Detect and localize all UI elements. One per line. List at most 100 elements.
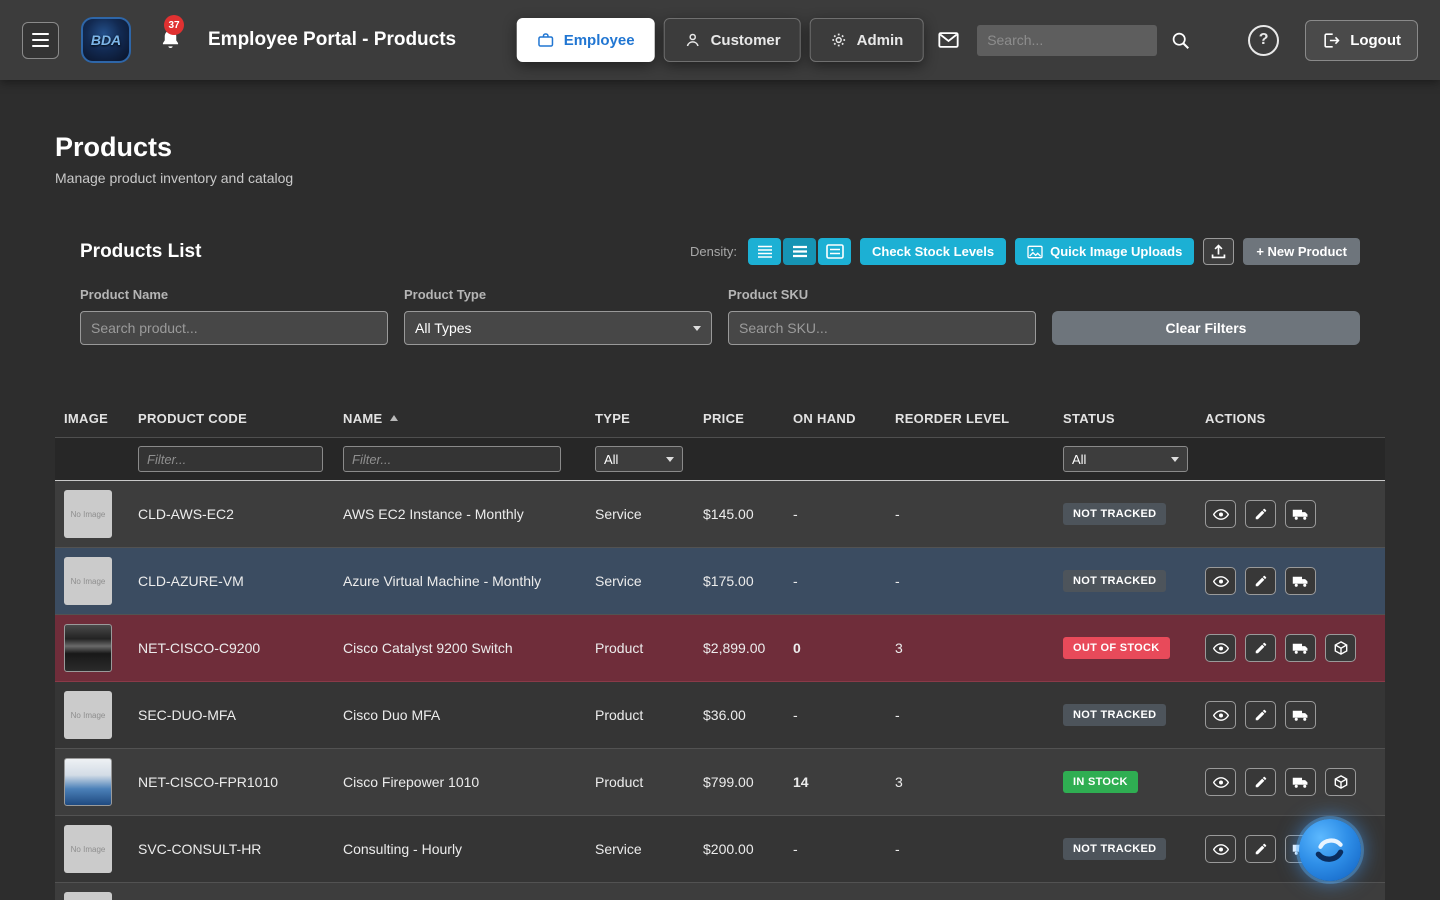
pencil-icon bbox=[1254, 775, 1268, 789]
status-badge: OUT OF STOCK bbox=[1063, 637, 1170, 659]
product-price: $36.00 bbox=[703, 707, 793, 723]
edit-button[interactable] bbox=[1245, 500, 1276, 528]
table-row[interactable]: No Image SVC-CONSULT-HR Consulting - Hou… bbox=[55, 816, 1385, 883]
table-row[interactable]: No Image SEC-DUO-MFA Cisco Duo MFA Produ… bbox=[55, 682, 1385, 749]
column-header-name[interactable]: NAME bbox=[343, 411, 595, 426]
column-header-product-code[interactable]: PRODUCT CODE bbox=[138, 411, 343, 426]
filter-product-name: Product Name bbox=[80, 287, 388, 345]
column-header-on-hand[interactable]: ON HAND bbox=[793, 411, 895, 426]
truck-icon bbox=[1292, 708, 1309, 722]
type-filter-select[interactable]: All bbox=[595, 446, 683, 472]
quick-image-uploads-button[interactable]: Quick Image Uploads bbox=[1015, 238, 1194, 265]
mail-icon[interactable] bbox=[936, 29, 961, 51]
density-comfortable-icon bbox=[791, 244, 809, 259]
on-hand-value: - bbox=[793, 573, 895, 589]
products-table: IMAGE PRODUCT CODE NAME TYPE PRICE ON HA… bbox=[55, 399, 1385, 900]
view-button[interactable] bbox=[1205, 634, 1236, 662]
status-badge: IN STOCK bbox=[1063, 771, 1138, 793]
tab-employee[interactable]: Employee bbox=[517, 18, 655, 62]
product-sku-input[interactable] bbox=[728, 311, 1036, 345]
product-type-select[interactable]: All Types bbox=[404, 311, 712, 345]
column-header-reorder-level[interactable]: REORDER LEVEL bbox=[895, 411, 1063, 426]
table-row[interactable]: No Image CLD-AWS-EC2 AWS EC2 Instance - … bbox=[55, 481, 1385, 548]
product-image: No Image bbox=[64, 490, 112, 538]
status-filter-select[interactable]: All bbox=[1063, 446, 1188, 472]
product-name: Cisco Duo MFA bbox=[343, 707, 595, 723]
shipping-button[interactable] bbox=[1285, 500, 1316, 528]
code-filter-input[interactable] bbox=[138, 446, 323, 472]
pencil-icon bbox=[1254, 708, 1268, 722]
view-button[interactable] bbox=[1205, 567, 1236, 595]
search-icon[interactable] bbox=[1171, 31, 1190, 50]
table-row[interactable]: NET-CISCO-C9200 Cisco Catalyst 9200 Swit… bbox=[55, 615, 1385, 682]
briefcase-icon bbox=[537, 31, 555, 49]
product-name: Cisco Firepower 1010 bbox=[343, 774, 595, 790]
edit-button[interactable] bbox=[1245, 701, 1276, 729]
product-price: $175.00 bbox=[703, 573, 793, 589]
navbar-title: Employee Portal - Products bbox=[208, 29, 456, 51]
clear-filters-button[interactable]: Clear Filters bbox=[1052, 311, 1360, 345]
product-image bbox=[64, 892, 112, 900]
brand-logo[interactable]: BDA bbox=[81, 17, 131, 63]
status-filter-value: All bbox=[1072, 452, 1086, 467]
logout-icon bbox=[1322, 31, 1341, 50]
package-button[interactable] bbox=[1325, 768, 1356, 796]
product-price: $799.00 bbox=[703, 774, 793, 790]
tab-customer[interactable]: Customer bbox=[664, 18, 801, 62]
new-product-label: + New Product bbox=[1256, 244, 1347, 259]
pencil-icon bbox=[1254, 842, 1268, 856]
reorder-level-value: 3 bbox=[895, 640, 1063, 656]
new-product-button[interactable]: + New Product bbox=[1243, 238, 1360, 265]
shipping-button[interactable] bbox=[1285, 701, 1316, 729]
upload-icon bbox=[1210, 243, 1227, 260]
density-expanded-button[interactable] bbox=[818, 238, 851, 265]
truck-icon bbox=[1292, 641, 1309, 655]
package-button[interactable] bbox=[1325, 634, 1356, 662]
view-button[interactable] bbox=[1205, 701, 1236, 729]
column-header-price[interactable]: PRICE bbox=[703, 411, 793, 426]
density-compact-icon bbox=[756, 244, 774, 259]
pencil-icon bbox=[1254, 574, 1268, 588]
density-expanded-icon bbox=[826, 244, 844, 259]
upload-button[interactable] bbox=[1203, 238, 1234, 265]
shipping-button[interactable] bbox=[1285, 634, 1316, 662]
product-name: Azure Virtual Machine - Monthly bbox=[343, 573, 595, 589]
reorder-level-value: - bbox=[895, 707, 1063, 723]
column-header-status[interactable]: STATUS bbox=[1063, 411, 1205, 426]
filter-product-type: Product Type All Types bbox=[404, 287, 712, 345]
view-button[interactable] bbox=[1205, 500, 1236, 528]
edit-button[interactable] bbox=[1245, 768, 1276, 796]
logout-button[interactable]: Logout bbox=[1305, 20, 1418, 61]
edit-button[interactable] bbox=[1245, 835, 1276, 863]
floating-action-button[interactable] bbox=[1299, 819, 1361, 881]
notifications-button[interactable]: 37 bbox=[159, 28, 182, 52]
clear-filters-label: Clear Filters bbox=[1166, 320, 1247, 336]
view-button[interactable] bbox=[1205, 768, 1236, 796]
view-button[interactable] bbox=[1205, 835, 1236, 863]
density-comfortable-button[interactable] bbox=[783, 238, 816, 265]
product-type: Product bbox=[595, 774, 703, 790]
product-type-label: Product Type bbox=[404, 287, 712, 302]
logout-label: Logout bbox=[1350, 32, 1401, 49]
name-filter-input[interactable] bbox=[343, 446, 561, 472]
product-name-input[interactable] bbox=[80, 311, 388, 345]
page-subtitle: Manage product inventory and catalog bbox=[55, 170, 1385, 186]
help-icon[interactable]: ? bbox=[1248, 25, 1279, 56]
shipping-button[interactable] bbox=[1285, 567, 1316, 595]
edit-button[interactable] bbox=[1245, 634, 1276, 662]
table-row[interactable]: No Image CLD-AZURE-VM Azure Virtual Mach… bbox=[55, 548, 1385, 615]
filter-clear-col: Clear Filters bbox=[1052, 287, 1360, 345]
density-label: Density: bbox=[690, 244, 737, 259]
column-header-image[interactable]: IMAGE bbox=[64, 411, 138, 426]
table-row[interactable]: NET-CISCO-FPR1010 Cisco Firepower 1010 P… bbox=[55, 749, 1385, 816]
column-header-type[interactable]: TYPE bbox=[595, 411, 703, 426]
density-compact-button[interactable] bbox=[748, 238, 781, 265]
shipping-button[interactable] bbox=[1285, 768, 1316, 796]
person-icon bbox=[684, 31, 702, 49]
tab-label: Admin bbox=[857, 32, 904, 49]
check-stock-levels-button[interactable]: Check Stock Levels bbox=[860, 238, 1006, 265]
hamburger-menu-button[interactable] bbox=[22, 22, 59, 59]
tab-admin[interactable]: Admin bbox=[810, 18, 924, 62]
search-input[interactable] bbox=[977, 25, 1157, 56]
edit-button[interactable] bbox=[1245, 567, 1276, 595]
